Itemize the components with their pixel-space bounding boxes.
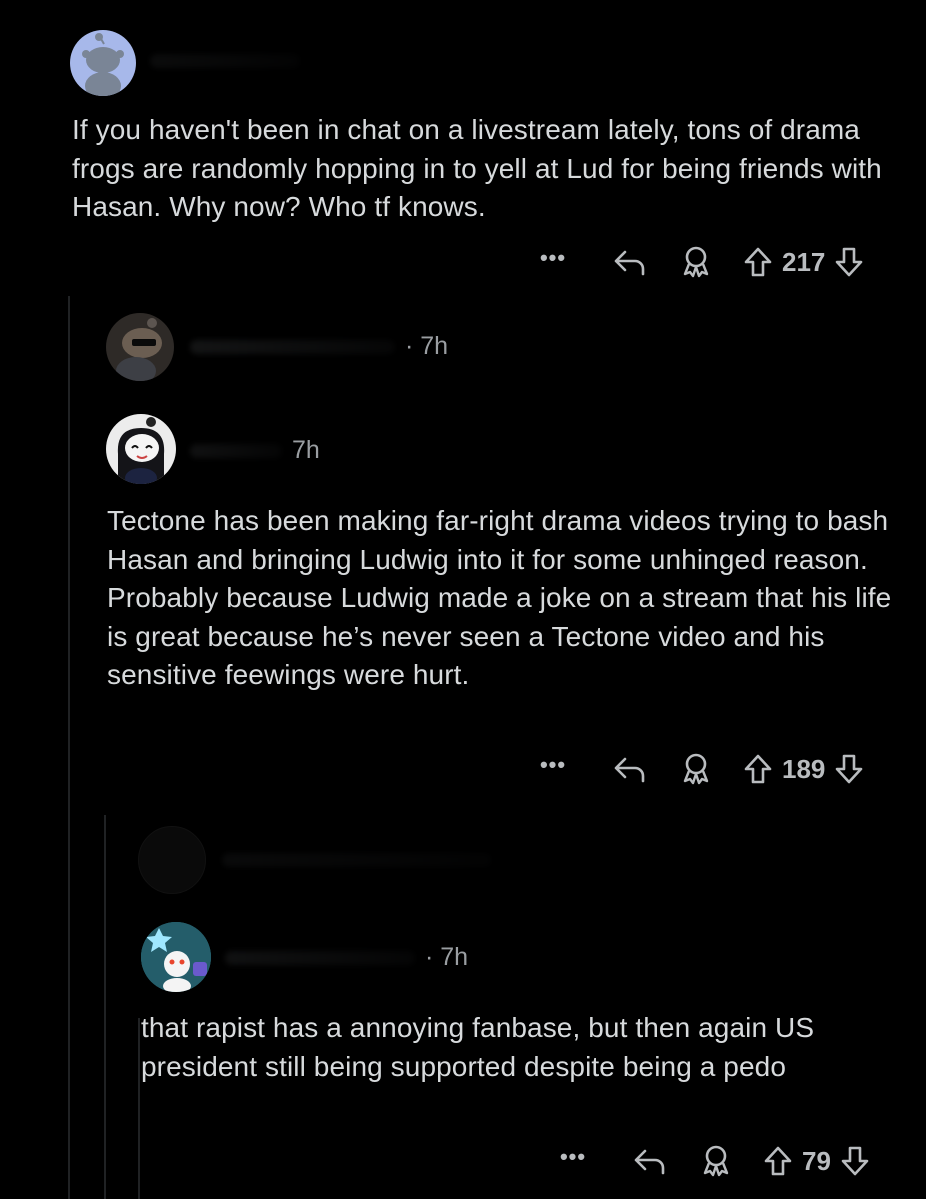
more-icon[interactable]: ••• [536,752,570,778]
avatar[interactable] [141,922,211,992]
comment-body: that rapist has a annoying fanbase, but … [141,1012,815,1082]
username[interactable] [225,950,415,965]
upvote-icon[interactable] [738,753,778,785]
timestamp: · 7h [405,332,449,360]
snoo-avatar-icon [116,318,162,381]
upvote-icon[interactable] [738,246,778,278]
thread-line-level-3[interactable] [138,1018,140,1199]
more-icon[interactable]: ••• [556,1144,590,1170]
comment-meta [150,54,300,68]
username[interactable] [222,853,492,867]
reply-icon[interactable] [604,247,656,277]
vote-count: 79 [802,1145,831,1176]
upvote-icon[interactable] [758,1145,798,1177]
downvote-icon[interactable] [829,753,869,785]
comment-body: Tectone has been making far-right drama … [107,505,892,690]
avatar[interactable] [106,313,174,381]
award-icon[interactable] [676,245,716,279]
username[interactable] [150,54,300,68]
comment-collapsed[interactable] [138,826,492,894]
comment-meta: 7h [190,436,320,465]
more-icon[interactable]: ••• [536,245,570,271]
comment-actions: ••• 217 [536,242,869,282]
timestamp: 7h [292,436,320,464]
avatar[interactable] [106,414,176,484]
comment-meta: · 7h [225,943,468,972]
thread-line-level-2[interactable] [104,815,106,1199]
award-icon[interactable] [676,752,716,786]
snoo-avatar-icon [117,417,165,484]
comment-meta: · 7h [190,332,448,361]
vote-count: 217 [782,246,826,277]
avatar[interactable] [70,30,136,96]
snoo-avatar-icon [141,922,211,992]
snoo-avatar-icon [82,33,124,96]
comment-actions: ••• 79 [556,1141,875,1181]
downvote-icon[interactable] [835,1145,875,1177]
username[interactable] [190,443,282,458]
reply-icon[interactable] [624,1146,676,1176]
thread-line-level-1[interactable] [68,296,70,1199]
vote-count: 189 [782,753,826,784]
avatar[interactable] [138,826,206,894]
timestamp: · 7h [425,943,469,971]
award-icon[interactable] [696,1144,736,1178]
reply-icon[interactable] [604,754,656,784]
comment-actions: ••• 189 [536,749,869,789]
username[interactable] [190,339,395,354]
downvote-icon[interactable] [829,246,869,278]
comment-body: If you haven't been in chat on a livestr… [72,114,882,222]
